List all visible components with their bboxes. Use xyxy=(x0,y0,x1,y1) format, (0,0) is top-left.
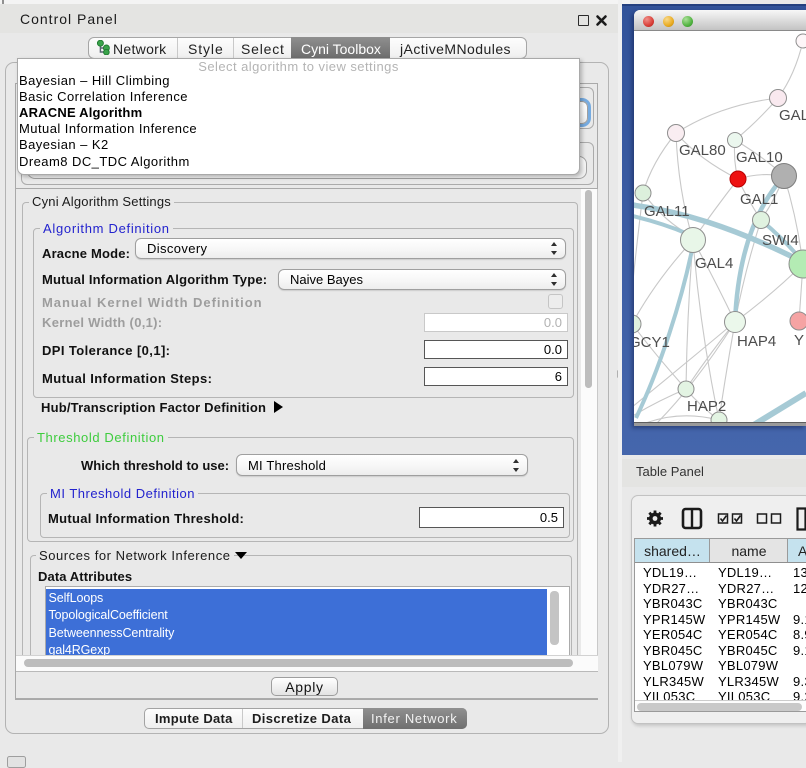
svg-text:GAL11: GAL11 xyxy=(644,203,690,220)
svg-text:GAL10: GAL10 xyxy=(736,149,783,166)
svg-text:SWI4: SWI4 xyxy=(762,232,799,249)
svg-text:HAP4: HAP4 xyxy=(737,333,776,350)
svg-text:GAL4: GAL4 xyxy=(695,255,733,272)
svg-text:Y: Y xyxy=(794,332,804,349)
svg-text:GAL: GAL xyxy=(779,107,806,124)
svg-text:HAP2: HAP2 xyxy=(687,398,726,415)
svg-text:GCY1: GCY1 xyxy=(634,334,670,351)
svg-text:GAL1: GAL1 xyxy=(740,191,778,208)
svg-text:GAL80: GAL80 xyxy=(679,142,726,159)
